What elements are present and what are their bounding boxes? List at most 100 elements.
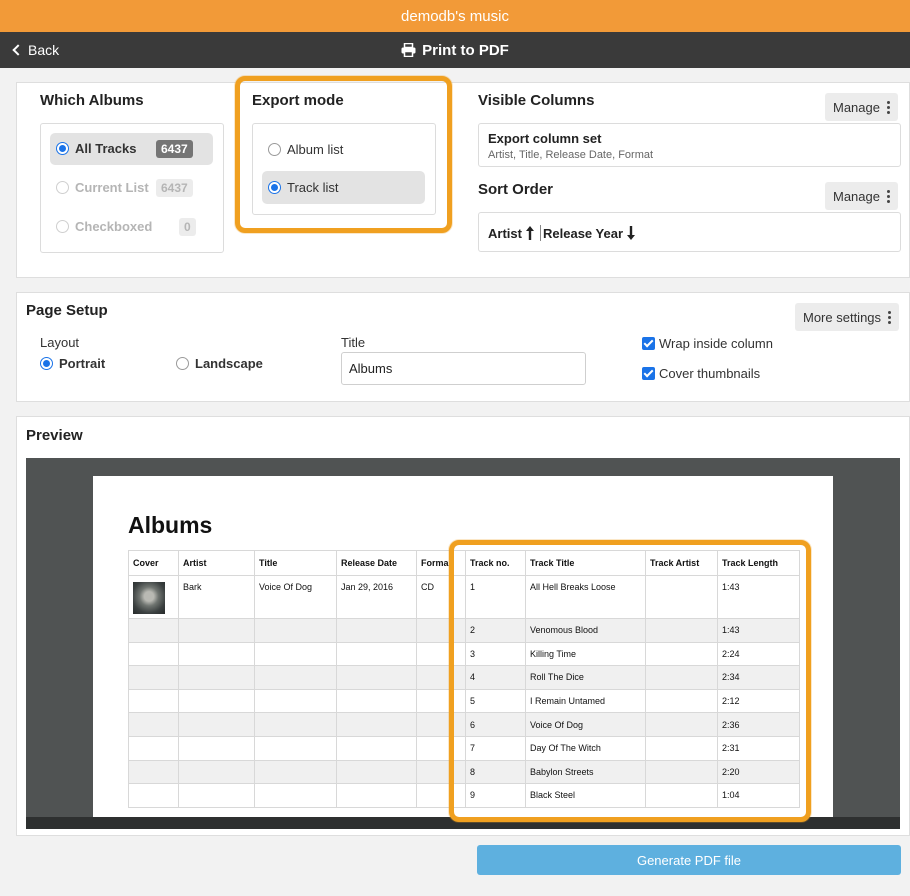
table-cell: [178, 712, 255, 737]
radio-icon[interactable]: [176, 357, 189, 370]
table-cell: [178, 618, 255, 643]
table-cell: [128, 735, 179, 761]
manage-label: Manage: [833, 99, 880, 115]
option-landscape[interactable]: Landscape: [176, 356, 263, 371]
radio-icon[interactable]: [56, 181, 69, 194]
col-header: Artist: [178, 550, 255, 576]
preview-heading: Preview: [26, 427, 83, 444]
option-checkboxed[interactable]: Checkboxed: [56, 219, 152, 234]
table-cell: [178, 688, 255, 714]
which-albums-heading: Which Albums: [40, 92, 144, 109]
table-cell: [254, 759, 337, 785]
column-set-list: Artist, Title, Release Date, Format: [488, 149, 654, 161]
page-setup-heading: Page Setup: [26, 302, 108, 319]
table-cell: [178, 783, 255, 808]
table-cell: [254, 665, 337, 690]
sort-key-label: Release Year: [543, 225, 623, 241]
radio-icon[interactable]: [268, 143, 281, 156]
nav-bar: Back Print to PDF: [0, 32, 910, 68]
album-cover-thumbnail: [133, 582, 165, 614]
page-title: Print to PDF: [0, 32, 910, 68]
checkbox-label: Wrap inside column: [659, 336, 773, 351]
option-all-tracks[interactable]: All Tracks: [56, 141, 136, 156]
radio-selected-icon[interactable]: [40, 357, 53, 370]
sort-key-release-year[interactable]: Release Year: [543, 225, 636, 241]
table-cell: [336, 759, 417, 785]
table-cell: [254, 783, 337, 808]
generate-pdf-button[interactable]: Generate PDF file: [477, 845, 901, 875]
table-cell: [254, 712, 337, 737]
table-cell: [336, 735, 417, 761]
col-header: Title: [254, 550, 337, 576]
radio-selected-icon[interactable]: [56, 142, 69, 155]
manage-columns-button[interactable]: Manage: [825, 93, 898, 121]
option-label: Checkboxed: [75, 219, 153, 234]
count-badge: 0: [179, 218, 196, 236]
checkbox-cover-thumbnails[interactable]: Cover thumbnails: [642, 366, 760, 381]
app-title: demodb's music: [401, 7, 509, 25]
table-cell: [178, 641, 255, 667]
more-settings-label: More settings: [803, 309, 882, 325]
arrow-down-icon: [627, 226, 635, 240]
table-cell: [254, 641, 337, 667]
radio-icon[interactable]: [56, 220, 69, 233]
printer-icon: [401, 43, 416, 57]
table-cell: [178, 735, 255, 761]
more-vertical-icon: [886, 189, 890, 204]
table-cell: [336, 618, 417, 643]
checkbox-wrap-inside-column[interactable]: Wrap inside column: [642, 336, 773, 351]
track-columns-highlight: [449, 540, 811, 822]
preview-doc-title: Albums: [128, 512, 213, 538]
table-cell: [254, 688, 337, 714]
sort-key-label: Artist: [488, 225, 522, 241]
layout-label: Layout: [40, 335, 80, 350]
table-cell: Jan 29, 2016: [336, 575, 417, 619]
table-cell: Bark: [178, 575, 255, 619]
table-cell: [254, 618, 337, 643]
option-label: Album list: [287, 142, 344, 157]
sort-order-heading: Sort Order: [478, 181, 554, 198]
column-set-card[interactable]: Export column set Artist, Title, Release…: [478, 123, 901, 167]
table-cell: [178, 759, 255, 785]
table-cell: [128, 712, 179, 737]
count-badge: 6437: [156, 179, 193, 197]
visible-columns-heading: Visible Columns: [478, 92, 595, 109]
table-cell: [336, 665, 417, 690]
sort-key-artist[interactable]: Artist: [488, 225, 546, 241]
page-setup-panel: [16, 292, 910, 402]
sort-order-card: Artist Release Year: [478, 212, 901, 252]
option-album-list[interactable]: Album list: [268, 142, 343, 157]
title-label: Title: [341, 335, 366, 350]
title-input[interactable]: Albums: [341, 352, 586, 385]
more-settings-button[interactable]: More settings: [795, 303, 900, 331]
option-label: Current List: [75, 180, 149, 195]
table-cell: [128, 783, 179, 808]
app-title-bar: demodb's music: [0, 0, 910, 32]
checkbox-checked-icon[interactable]: [642, 337, 655, 350]
manage-label: Manage: [833, 188, 880, 204]
more-vertical-icon: [888, 310, 892, 325]
col-header: Cover: [128, 550, 179, 576]
checkbox-checked-icon[interactable]: [642, 367, 655, 380]
table-cell: [336, 783, 417, 808]
arrow-up-icon: [525, 226, 534, 240]
radio-selected-icon[interactable]: [268, 181, 281, 194]
checkbox-label: Cover thumbnails: [659, 366, 761, 381]
more-vertical-icon: [886, 100, 890, 115]
option-current-list[interactable]: Current List: [56, 180, 149, 195]
generate-pdf-label: Generate PDF file: [636, 852, 742, 868]
table-cell: [128, 665, 179, 690]
page-title-text: Print to PDF: [422, 41, 509, 59]
export-mode-heading: Export mode: [252, 92, 344, 109]
option-label: All Tracks: [75, 141, 137, 156]
cover-cell: [128, 575, 179, 619]
table-cell: [336, 641, 417, 667]
table-cell: [128, 641, 179, 667]
manage-sort-button[interactable]: Manage: [825, 182, 898, 210]
option-portrait[interactable]: Portrait: [40, 356, 105, 371]
option-track-list[interactable]: Track list: [268, 180, 339, 195]
title-input-value: Albums: [349, 361, 393, 376]
count-badge: 6437: [156, 140, 193, 158]
table-cell: [128, 759, 179, 785]
table-cell: [336, 688, 417, 714]
